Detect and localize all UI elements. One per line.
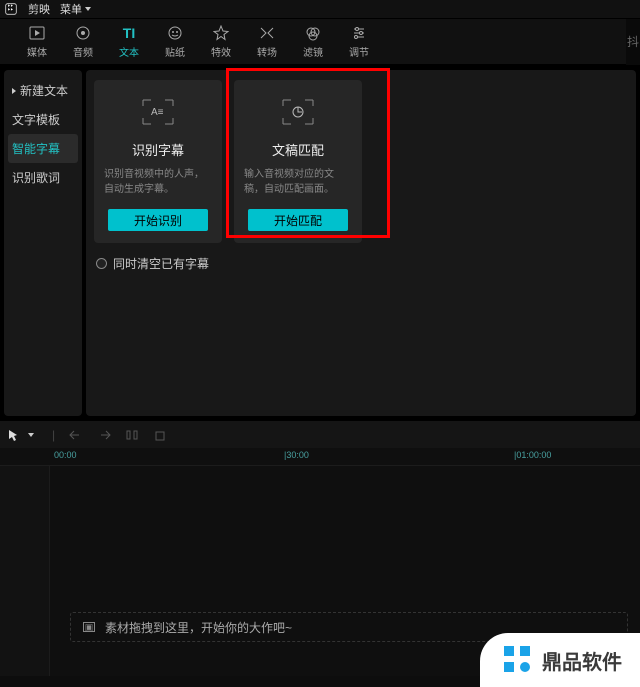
timeline-toolbar: | <box>0 420 640 448</box>
tab-audio[interactable]: 音频 <box>60 19 106 65</box>
media-icon <box>29 24 45 42</box>
checkbox-icon <box>96 258 107 269</box>
track-header <box>0 466 50 676</box>
chevron-down-icon <box>85 7 91 11</box>
tab-media[interactable]: 媒体 <box>14 19 60 65</box>
menu-label: 菜单 <box>60 1 82 17</box>
sidebar-item-lyrics[interactable]: 识别歌词 <box>4 163 82 192</box>
audio-icon <box>75 24 91 42</box>
card-match: 文稿匹配 输入音视频对应的文稿，自动匹配画面。 开始匹配 <box>234 80 362 243</box>
brand-logo-icon <box>502 644 532 677</box>
pointer-tool-button[interactable] <box>6 428 20 442</box>
app-name: 剪映 <box>28 1 50 17</box>
pointer-dropdown-icon[interactable] <box>24 428 38 442</box>
workspace: 新建文本 文字模板 智能字幕 识别歌词 A≡ 识别字幕 识别音视频中的人声，自动… <box>0 64 640 420</box>
sidebar: 新建文本 文字模板 智能字幕 识别歌词 <box>4 70 82 416</box>
brand-name: 鼎品软件 <box>542 646 622 675</box>
caption-icon: A≡ <box>140 94 176 130</box>
nav-overflow[interactable]: 抖 <box>626 19 640 65</box>
tab-effect[interactable]: 特效 <box>198 19 244 65</box>
card-desc: 输入音视频对应的文稿，自动匹配画面。 <box>242 167 354 197</box>
sidebar-item-smart-caption[interactable]: 智能字幕 <box>8 134 78 163</box>
triangle-right-icon <box>12 88 16 94</box>
add-media-icon: ▣ <box>83 622 95 632</box>
redo-button[interactable] <box>97 428 111 442</box>
tab-filter[interactable]: 滤镜 <box>290 19 336 65</box>
delete-button[interactable] <box>153 428 167 442</box>
overflow-icon: 抖 <box>627 33 639 50</box>
clear-captions-checkbox[interactable]: 同时清空已有字幕 <box>96 255 632 272</box>
nav-tabs: 媒体 音频 TI 文本 贴纸 特效 转场 滤镜 调节 抖 <box>0 18 640 64</box>
card-title: 识别字幕 <box>132 140 184 159</box>
sidebar-item-new-text[interactable]: 新建文本 <box>4 76 82 105</box>
effect-icon <box>213 24 229 42</box>
ruler-tick: |30:00 <box>284 450 309 460</box>
svg-text:A≡: A≡ <box>151 107 164 118</box>
titlebar: 剪映 菜单 <box>0 0 640 18</box>
sidebar-item-text-template[interactable]: 文字模板 <box>4 105 82 134</box>
undo-button[interactable] <box>69 428 83 442</box>
tab-text[interactable]: TI 文本 <box>106 19 152 65</box>
watermark: 鼎品软件 <box>480 633 640 687</box>
start-recognize-button[interactable]: 开始识别 <box>108 209 208 231</box>
tab-sticker[interactable]: 贴纸 <box>152 19 198 65</box>
timeline-ruler[interactable]: 00:00 |30:00 |01:00:00 <box>0 448 640 466</box>
ruler-tick: |01:00:00 <box>514 450 551 460</box>
main-panel: A≡ 识别字幕 识别音视频中的人声，自动生成字幕。 开始识别 文稿匹配 输入音视… <box>86 70 636 416</box>
tab-adjust[interactable]: 调节 <box>336 19 382 65</box>
card-recognize: A≡ 识别字幕 识别音视频中的人声，自动生成字幕。 开始识别 <box>94 80 222 243</box>
sticker-icon <box>167 24 183 42</box>
split-button[interactable] <box>125 428 139 442</box>
separator: | <box>52 428 55 442</box>
start-match-button[interactable]: 开始匹配 <box>248 209 348 231</box>
adjust-icon <box>351 24 367 42</box>
filter-icon <box>305 24 321 42</box>
card-desc: 识别音视频中的人声，自动生成字幕。 <box>102 167 214 197</box>
ruler-tick: 00:00 <box>54 450 77 460</box>
menu-button[interactable]: 菜单 <box>60 1 91 17</box>
tab-transition[interactable]: 转场 <box>244 19 290 65</box>
text-icon: TI <box>123 24 135 42</box>
transition-icon <box>259 24 275 42</box>
match-icon <box>280 94 316 130</box>
card-title: 文稿匹配 <box>272 140 324 159</box>
app-logo-icon <box>4 2 18 16</box>
